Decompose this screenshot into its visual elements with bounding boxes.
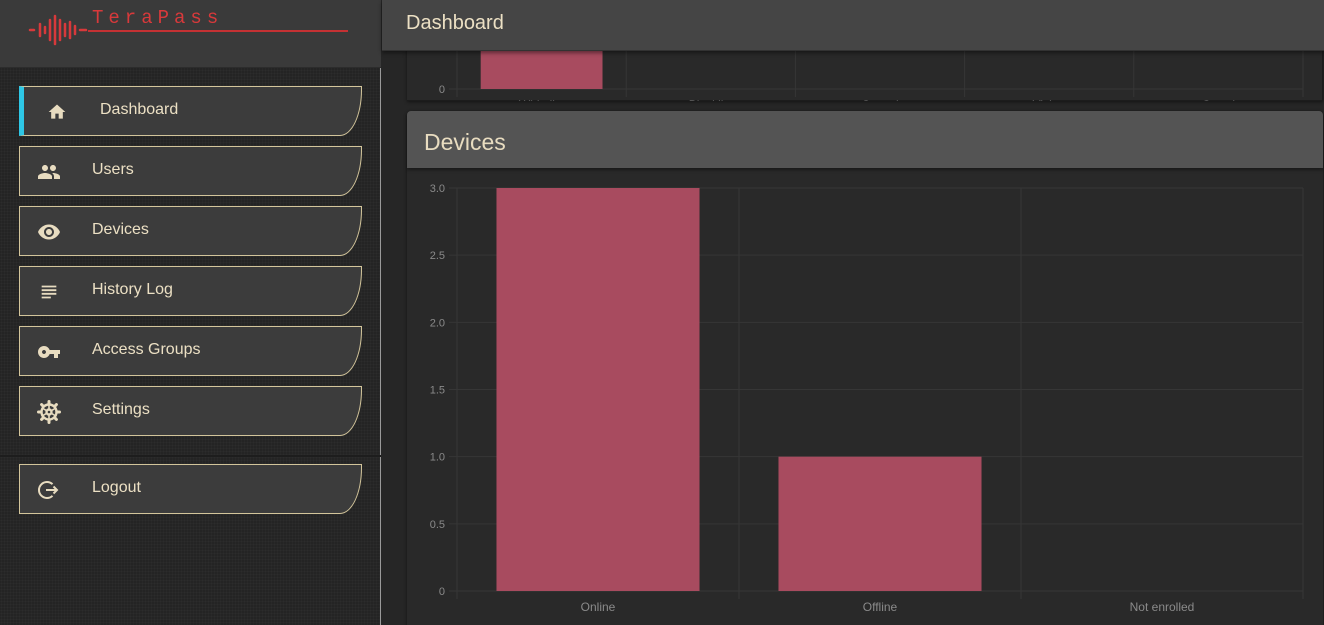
y-tick-label: 0	[439, 586, 445, 598]
devices-bar-chart: 0 0.5 1.0 1.5 2.0 2.5 3.0 Online Offline Not enro…	[430, 183, 1304, 614]
devices-card-header: Devices	[407, 111, 1323, 168]
brand-logo-text: TeraPass	[92, 7, 224, 29]
sidebar-item-access-groups[interactable]: Access Groups	[19, 326, 362, 376]
home-icon	[45, 100, 69, 124]
bar-offline	[778, 456, 982, 591]
y-tick-label: 0.5	[430, 519, 445, 531]
logout-button[interactable]: Logout	[19, 464, 362, 514]
x-tick-label: Casual	[861, 98, 898, 101]
sidebar-item-devices[interactable]: Devices	[19, 206, 362, 256]
x-tick-label: Online	[581, 600, 616, 614]
y-tick-label: 1.0	[430, 452, 445, 464]
x-tick-label: Offline	[863, 600, 898, 614]
logo-bar: TeraPass	[0, 0, 381, 68]
x-tick-label: Visitor	[1033, 98, 1066, 101]
logo-waveform-icon	[28, 14, 88, 46]
devices-card-title: Devices	[424, 129, 506, 155]
sidebar-item-label: Devices	[92, 221, 149, 238]
sidebar-item-settings[interactable]: Settings	[19, 386, 362, 436]
sidebar-item-history-log[interactable]: History Log	[19, 266, 362, 316]
x-tick-label: Guard	[1202, 98, 1235, 101]
sidebar-item-users[interactable]: Users	[19, 146, 362, 196]
top-header: Dashboard	[382, 0, 1324, 51]
y-tick-label: 1.5	[430, 385, 445, 397]
y-tick-label: 0	[439, 84, 445, 96]
sidebar-item-label: Settings	[92, 401, 150, 418]
sidebar-divider	[0, 455, 381, 457]
sidebar-item-label: Dashboard	[100, 101, 179, 118]
y-tick-label: 3.0	[430, 183, 445, 195]
page-title: Dashboard	[406, 12, 504, 34]
devices-chart-card: Devices 0 0.5 1.0 1.5 2.0 2.5 3.0 Online Offline…	[407, 111, 1323, 625]
x-tick-label: Not enrolled	[1130, 600, 1195, 614]
logo-underline	[88, 30, 348, 32]
y-tick-label: 2.0	[430, 317, 445, 329]
main-content: 0 Whitelist Blacklist Casual Visitor Guard De…	[382, 31, 1324, 625]
y-tick-label: 2.5	[430, 250, 445, 262]
list-icon	[37, 280, 61, 304]
sidebar-item-label: Access Groups	[92, 341, 201, 358]
sidebar-item-label: Logout	[92, 479, 141, 496]
sidebar: TeraPass Dashboard Users Devices History…	[0, 0, 381, 625]
bar-whitelist	[480, 51, 603, 89]
key-icon	[37, 340, 61, 364]
logout-icon	[37, 478, 61, 502]
sidebar-item-dashboard[interactable]: Dashboard	[19, 86, 362, 136]
bar-online	[496, 188, 700, 591]
gear-icon	[37, 400, 61, 424]
users-icon	[37, 160, 61, 184]
x-tick-label: Whitelist	[519, 98, 565, 101]
sidebar-item-label: Users	[92, 161, 134, 178]
eye-icon	[37, 220, 61, 244]
sidebar-item-label: History Log	[92, 281, 173, 298]
x-tick-label: Blacklist	[689, 98, 734, 101]
